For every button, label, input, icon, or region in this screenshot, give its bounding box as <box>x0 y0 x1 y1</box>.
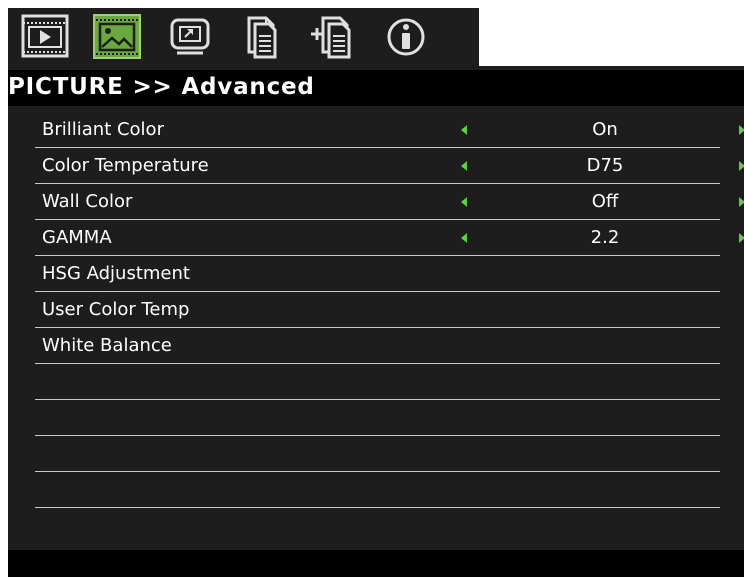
menu-item-value: 2.2 <box>590 227 620 248</box>
menu-item-hsg-adjustment[interactable]: HSG Adjustment <box>35 256 720 292</box>
tab-setting[interactable] <box>237 14 287 60</box>
arrow-right-icon[interactable] <box>739 125 744 135</box>
menu-item-label: White Balance <box>42 335 172 356</box>
menu-item-label: Color Temperature <box>42 155 209 176</box>
tab-picture[interactable] <box>92 14 142 60</box>
menu-item-label: GAMMA <box>42 227 112 248</box>
menu-item-value: Off <box>591 191 619 212</box>
menu-item-white-balance[interactable]: White Balance <box>35 328 720 364</box>
empty-menu-row <box>35 436 720 472</box>
tab-bar <box>8 8 479 66</box>
info-icon <box>387 18 425 56</box>
arrow-left-icon[interactable] <box>461 197 467 207</box>
tab-advanced-setting[interactable] <box>307 14 357 60</box>
menu-item-wall-color[interactable]: Wall Color Off <box>35 184 744 220</box>
menu-item-user-color-temp[interactable]: User Color Temp <box>35 292 720 328</box>
arrow-right-icon[interactable] <box>739 233 744 243</box>
input-icon <box>21 14 69 58</box>
arrow-left-icon[interactable] <box>461 233 467 243</box>
arrow-right-icon[interactable] <box>739 161 744 171</box>
arrow-left-icon[interactable] <box>461 125 467 135</box>
tab-bar-empty-area <box>479 8 744 66</box>
menu-item-label: HSG Adjustment <box>42 263 190 284</box>
empty-menu-row <box>35 364 720 400</box>
tab-input-source[interactable] <box>20 14 70 60</box>
menu-item-value: On <box>592 119 618 140</box>
empty-menu-row <box>35 472 720 508</box>
arrow-right-icon[interactable] <box>739 197 744 207</box>
menu-list: Brilliant Color On Color Temperature D75… <box>35 112 744 508</box>
menu-item-label: User Color Temp <box>42 299 190 320</box>
menu-item-label: Brilliant Color <box>42 119 164 140</box>
picture-icon <box>93 14 141 59</box>
tab-screen[interactable] <box>165 14 215 60</box>
document-icon <box>247 16 277 59</box>
page-title: PICTURE >> Advanced <box>8 74 315 100</box>
tab-information[interactable] <box>381 14 431 60</box>
menu-item-color-temperature[interactable]: Color Temperature D75 <box>35 148 744 184</box>
menu-item-value: D75 <box>586 155 624 176</box>
document-plus-icon <box>311 16 351 59</box>
screen-icon <box>170 18 210 55</box>
empty-menu-row <box>35 400 720 436</box>
menu-item-label: Wall Color <box>42 191 133 212</box>
menu-item-brilliant-color[interactable]: Brilliant Color On <box>35 112 744 148</box>
osd-menu: PICTURE >> Advanced Brilliant Color On C… <box>8 8 744 577</box>
title-bar: PICTURE >> Advanced <box>8 70 744 106</box>
arrow-left-icon[interactable] <box>461 161 467 171</box>
menu-item-gamma[interactable]: GAMMA 2.2 <box>35 220 744 256</box>
status-bar <box>8 550 744 577</box>
